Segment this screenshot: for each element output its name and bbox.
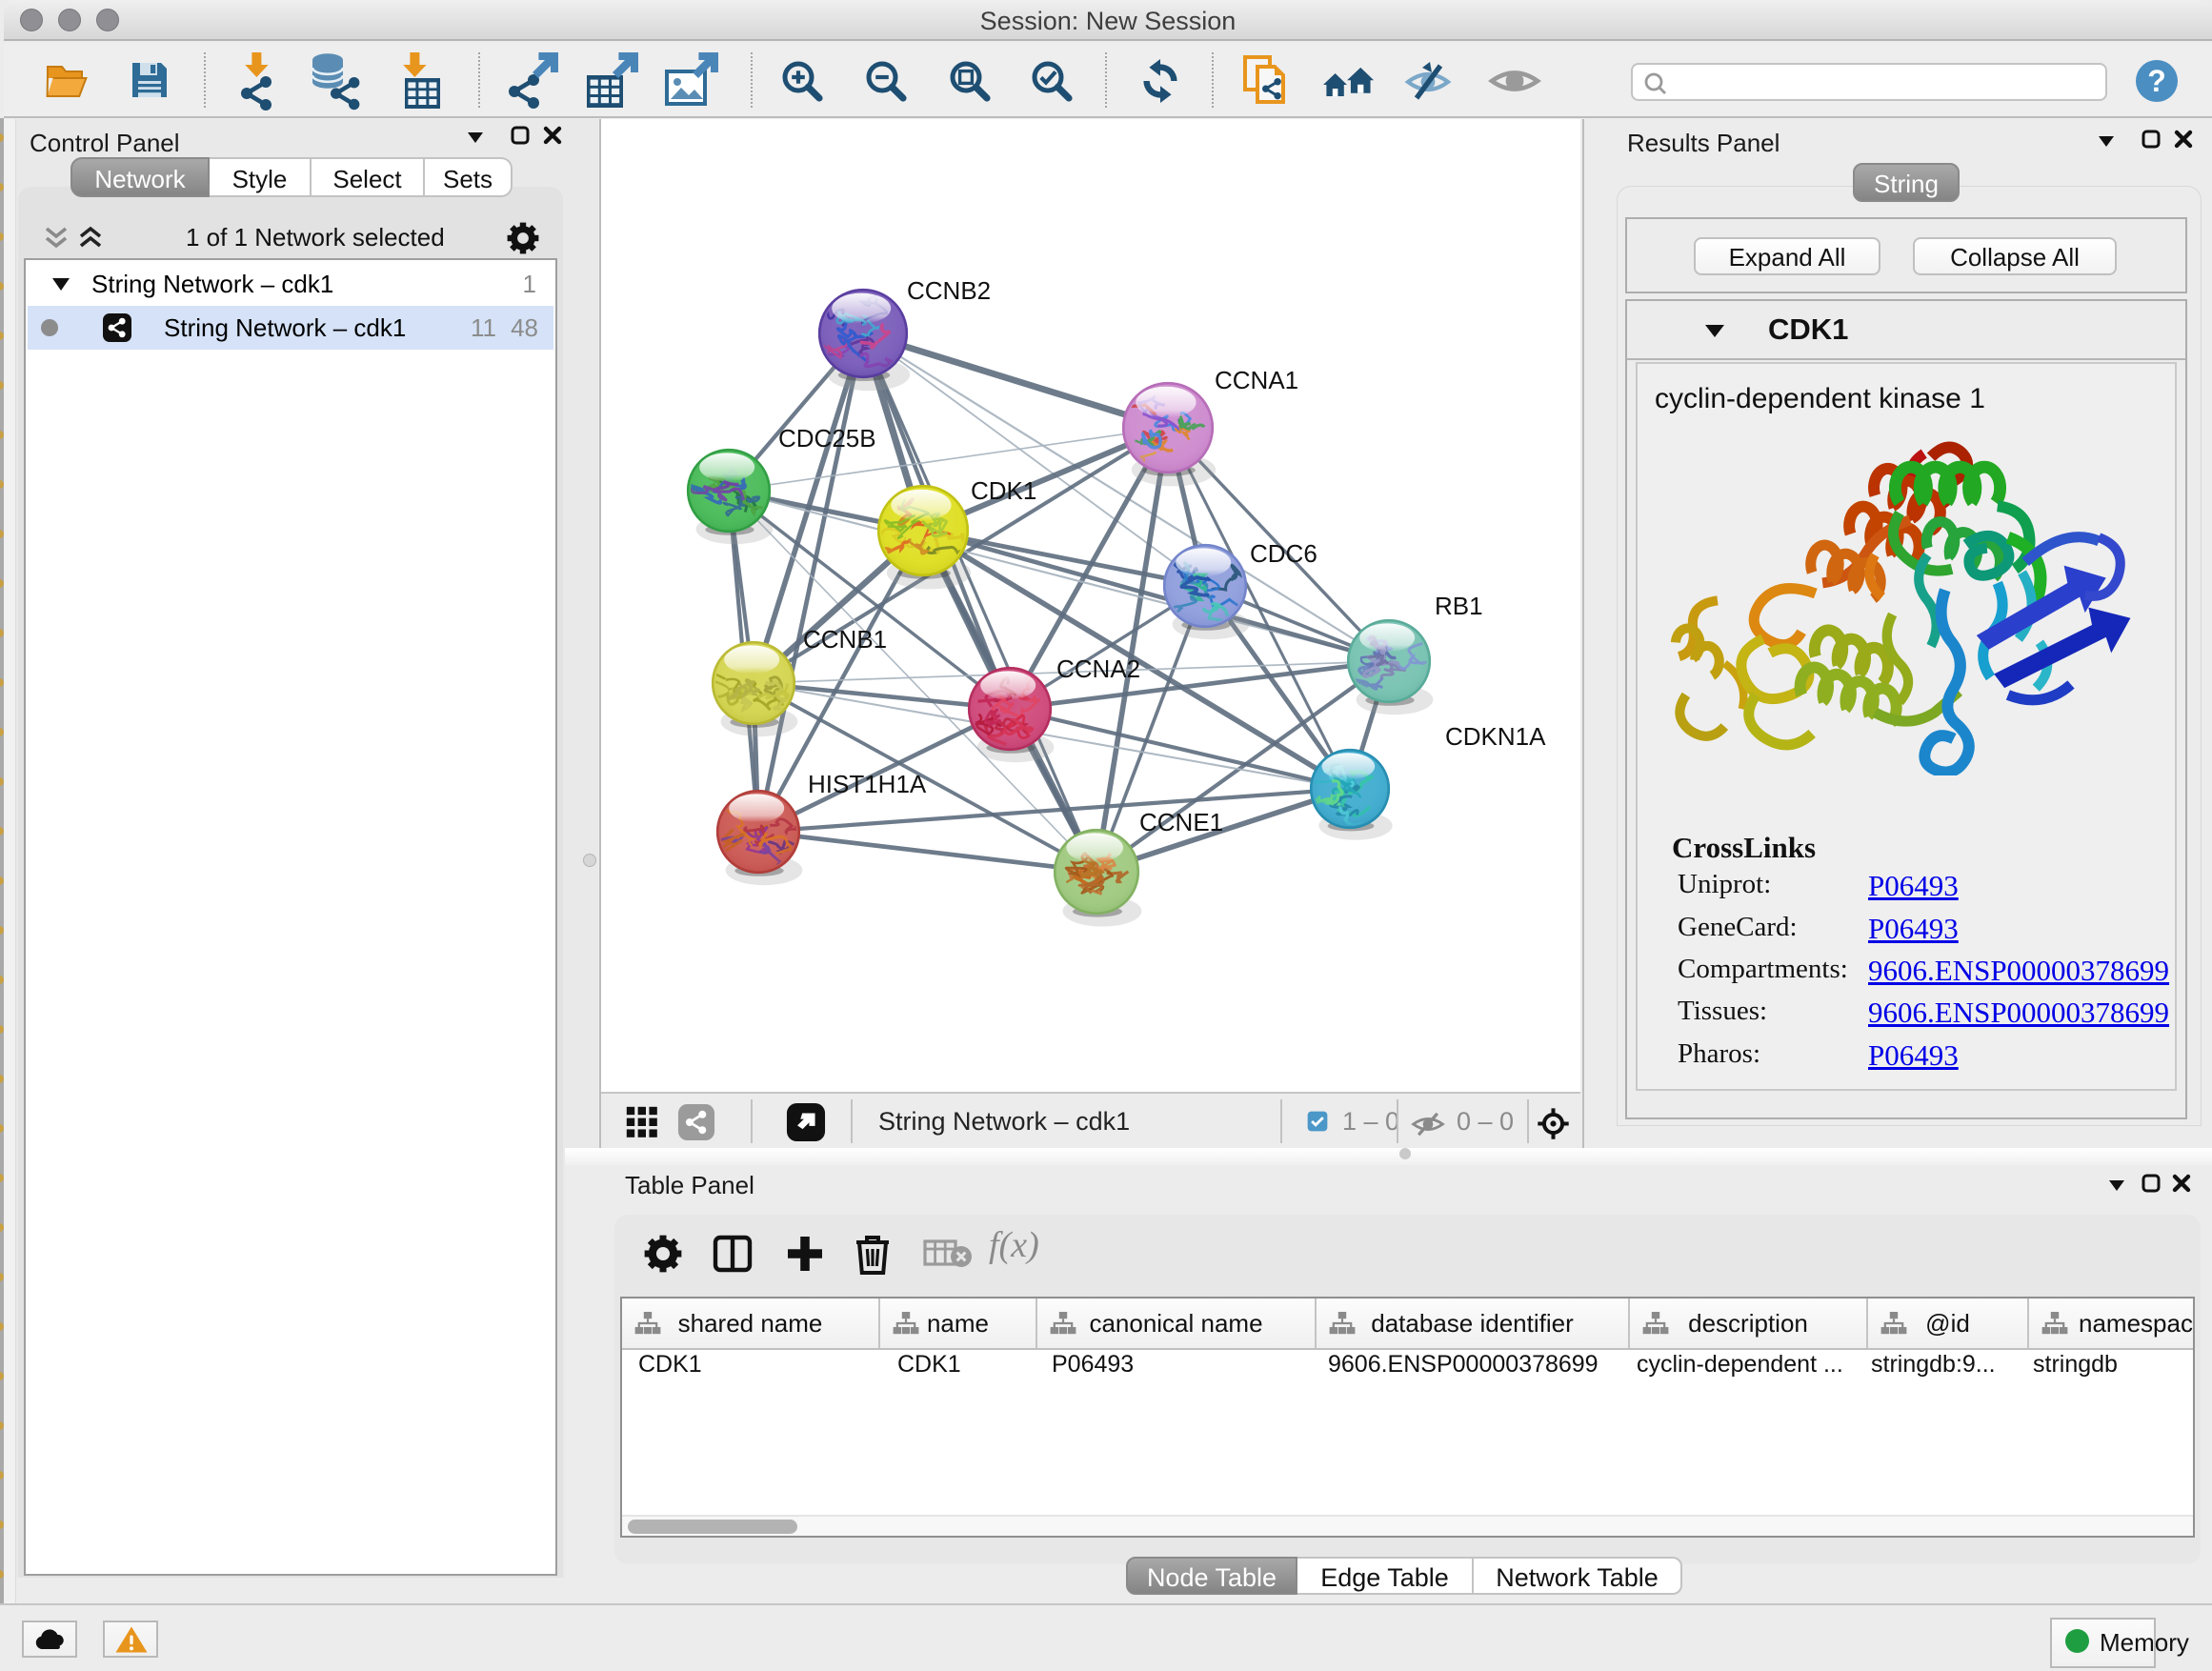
svg-text:?: ?: [2147, 64, 2166, 98]
